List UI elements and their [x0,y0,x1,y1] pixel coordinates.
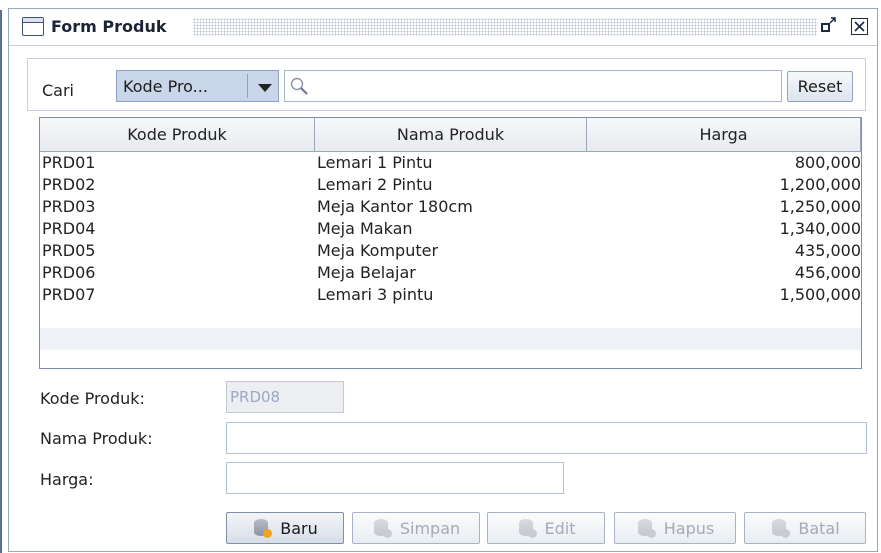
harga-label: Harga: [40,470,94,489]
cell-kode: PRD02 [42,175,96,194]
harga-field[interactable] [226,462,564,494]
cell-nama: Meja Komputer [317,241,439,260]
cell-nama: Lemari 2 Pintu [317,175,433,194]
cell-kode: PRD03 [42,197,96,216]
cell-harga: 435,000 [794,241,861,260]
save-icon [372,518,392,538]
table-row[interactable]: PRD01 Lemari 1 Pintu 800,000 [40,152,861,174]
cell-harga: 456,000 [794,263,861,282]
reset-button[interactable]: Reset [787,71,853,102]
window-left-edge [0,10,8,553]
cancel-icon [770,518,791,538]
cell-harga: 1,340,000 [779,219,861,238]
cell-harga: 800,000 [794,153,861,172]
table-row[interactable]: PRD06 Meja Belajar 456,000 [40,262,861,284]
product-table[interactable]: Kode Produk Nama Produk Harga PRD01 Lema… [39,117,862,369]
window-title: Form Produk [51,17,167,36]
table-row[interactable]: PRD04 Meja Makan 1,340,000 [40,218,861,240]
delete-icon [636,518,656,538]
table-row[interactable]: PRD03 Meja Kantor 180cm 1,250,000 [40,196,861,218]
baru-label: Baru [280,518,318,538]
table-row-empty [40,328,861,350]
search-icon [290,77,308,95]
database-add-icon [252,518,273,538]
table-row[interactable]: PRD05 Meja Komputer 435,000 [40,240,861,262]
kode-produk-value: PRD08 [230,388,281,406]
close-icon[interactable] [851,18,868,35]
search-input[interactable] [284,70,782,102]
table-header: Kode Produk Nama Produk Harga [40,118,861,152]
kode-produk-label: Kode Produk: [40,389,145,408]
edit-label: Edit [544,518,576,538]
cell-harga: 1,200,000 [779,175,861,194]
cell-nama: Lemari 3 pintu [317,285,434,304]
restore-icon[interactable] [819,15,839,35]
cell-nama: Lemari 1 Pintu [317,153,433,172]
cell-kode: PRD06 [42,263,96,282]
combo-selected-value: Kode Pro... [123,77,208,96]
cell-nama: Meja Belajar [317,263,416,282]
simpan-label: Simpan [399,518,461,538]
chevron-down-icon [258,84,272,92]
batal-button[interactable]: Batal [744,512,866,544]
nama-produk-label: Nama Produk: [40,429,153,448]
cell-nama: Meja Makan [317,219,413,238]
cell-kode: PRD07 [42,285,96,304]
batal-label: Batal [798,518,840,538]
title-bar-texture [193,18,817,36]
simpan-button[interactable]: Simpan [352,512,480,544]
nama-produk-field[interactable] [226,422,867,454]
search-label: Cari [42,81,74,100]
hapus-button[interactable]: Hapus [614,512,736,544]
search-field-combo[interactable]: Kode Pro... [116,70,279,102]
edit-button[interactable]: Edit [487,512,605,544]
table-row[interactable]: PRD02 Lemari 2 Pintu 1,200,000 [40,174,861,196]
cell-kode: PRD01 [42,153,96,172]
kode-produk-field: PRD08 [226,381,344,413]
title-bar[interactable]: Form Produk [9,9,877,46]
cell-harga: 1,500,000 [779,285,861,304]
column-header-kode[interactable]: Kode Produk [40,118,315,151]
hapus-label: Hapus [663,518,715,538]
baru-button[interactable]: Baru [226,512,344,544]
column-header-harga[interactable]: Harga [587,118,861,151]
cell-kode: PRD05 [42,241,96,260]
cell-harga: 1,250,000 [779,197,861,216]
edit-icon [517,518,537,538]
table-row[interactable]: PRD07 Lemari 3 pintu 1,500,000 [40,284,861,306]
column-header-nama[interactable]: Nama Produk [315,118,587,151]
window-icon [22,17,44,36]
cell-kode: PRD04 [42,219,96,238]
cell-nama: Meja Kantor 180cm [317,197,473,216]
